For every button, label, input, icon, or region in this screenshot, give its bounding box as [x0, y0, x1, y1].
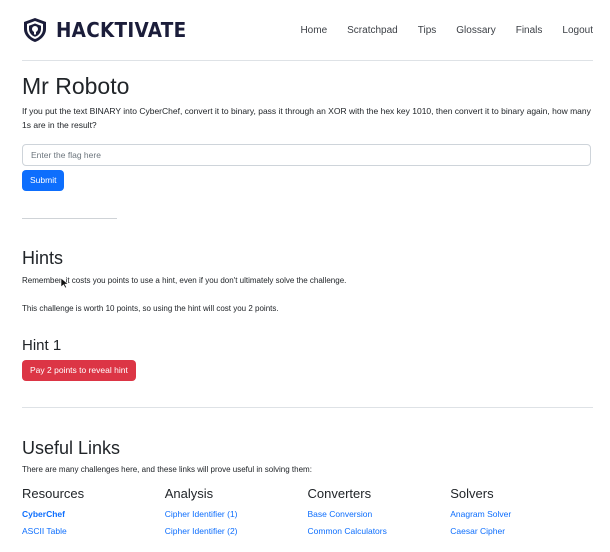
page-container: HACKTIVATE Home Scratchpad Tips Glossary… — [22, 0, 593, 540]
links-grid: Resources CyberChef ASCII Table Analysis… — [22, 486, 593, 540]
hints-title: Hints — [22, 248, 64, 268]
column-heading: Resources — [22, 486, 85, 501]
links-column-converters: Converters Base Conversion Common Calcul… — [308, 486, 451, 540]
navbar: HACKTIVATE Home Scratchpad Tips Glossary… — [22, 0, 593, 61]
brand[interactable]: HACKTIVATE — [22, 17, 198, 43]
links-column-solvers: Solvers Anagram Solver Caesar Cipher — [450, 486, 593, 540]
links-column-resources: Resources CyberChef ASCII Table — [22, 486, 165, 540]
link-base-conversion[interactable]: Base Conversion — [308, 506, 451, 523]
nav-home[interactable]: Home — [300, 25, 327, 36]
nav-tips[interactable]: Tips — [418, 25, 437, 36]
brand-name: HACKTIVATE — [56, 18, 187, 42]
hints-note: Remember, it costs you points to use a h… — [22, 276, 347, 285]
link-anagram-solver[interactable]: Anagram Solver — [450, 506, 593, 523]
column-heading: Converters — [307, 486, 372, 501]
links-divider — [22, 407, 593, 408]
challenge-question: If you put the text BINARY into CyberChe… — [22, 106, 591, 130]
column-heading: Solvers — [450, 486, 494, 501]
links-column-analysis: Analysis Cipher Identifier (1) Cipher Id… — [165, 486, 308, 540]
links-intro: There are many challenges here, and thes… — [22, 465, 312, 474]
nav-scratchpad[interactable]: Scratchpad — [347, 25, 398, 36]
link-caesar-cipher[interactable]: Caesar Cipher — [450, 523, 593, 540]
mouse-cursor-icon — [60, 276, 70, 289]
link-cipher-identifier-2[interactable]: Cipher Identifier (2) — [165, 523, 308, 540]
flag-input[interactable] — [22, 144, 591, 166]
column-heading: Analysis — [164, 486, 214, 501]
link-cyberchef[interactable]: CyberChef — [22, 506, 165, 523]
nav-glossary[interactable]: Glossary — [456, 25, 495, 36]
section-divider — [22, 218, 117, 219]
main-nav: Home Scratchpad Tips Glossary Finals Log… — [280, 25, 593, 36]
link-cipher-identifier-1[interactable]: Cipher Identifier (1) — [165, 506, 308, 523]
hint-1-title: Hint 1 — [22, 337, 62, 354]
shield-icon — [22, 17, 48, 43]
link-ascii-table[interactable]: ASCII Table — [22, 523, 165, 540]
link-common-calculators[interactable]: Common Calculators — [308, 523, 451, 540]
links-title: Useful Links — [22, 438, 121, 458]
nav-finals[interactable]: Finals — [516, 25, 543, 36]
reveal-hint-button[interactable]: Pay 2 points to reveal hint — [22, 360, 136, 381]
challenge-title: Mr Roboto — [22, 73, 130, 99]
hints-cost-note: This challenge is worth 10 points, so us… — [22, 304, 279, 313]
submit-button[interactable]: Submit — [22, 170, 65, 191]
nav-logout[interactable]: Logout — [562, 25, 593, 36]
